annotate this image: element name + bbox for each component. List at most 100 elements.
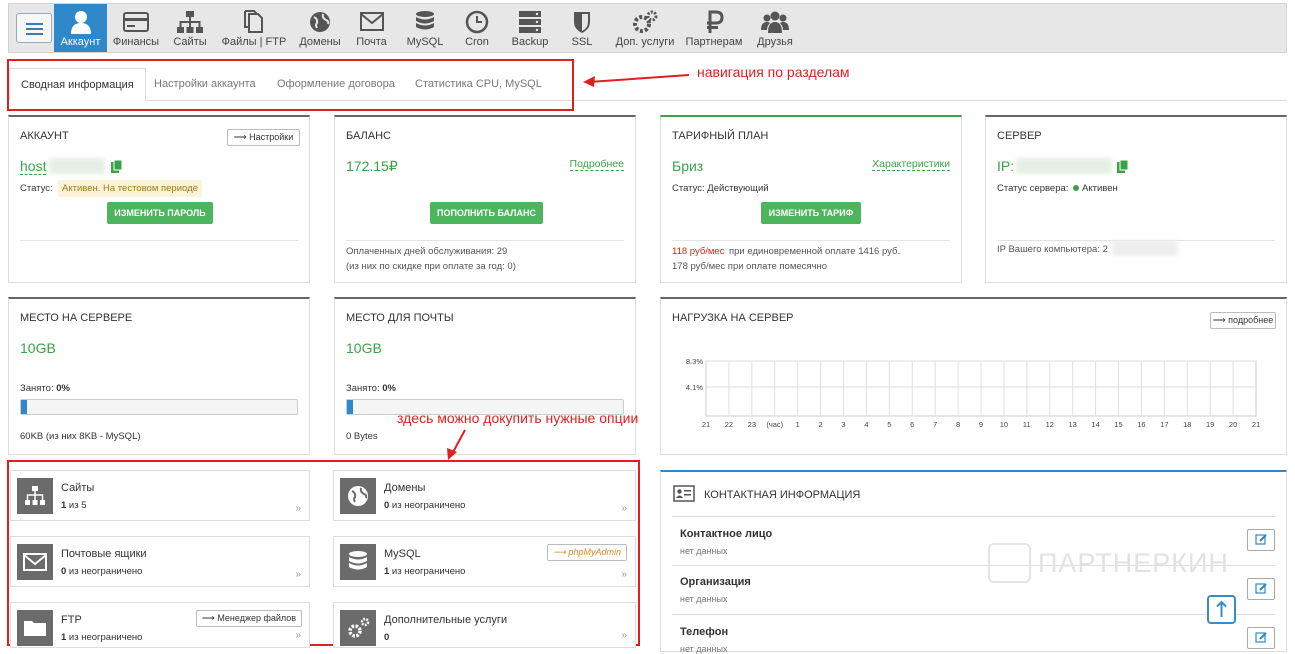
mail-used-value: 0% [382, 383, 396, 394]
disk-used-caption: Занято: [20, 383, 54, 394]
contact-value: нет данных [680, 644, 728, 654]
plan-card: ТАРИФНЫЙ ПЛАН Бриз Характеристики Статус… [660, 115, 962, 283]
mail-space-card: МЕСТО ДЛЯ ПОЧТЫ 10GB Занято: 0% 0 Bytes [334, 297, 636, 455]
change-plan-button[interactable]: ИЗМЕНИТЬ ТАРИФ [761, 202, 861, 224]
database-icon [340, 544, 376, 580]
service-count-limit: из неограничено [389, 566, 466, 577]
divider [672, 240, 950, 241]
watermark-logo-icon [988, 543, 1031, 583]
x-tick-label: 6 [910, 420, 914, 429]
nav-item-backup[interactable]: Backup [506, 4, 554, 52]
watermark-text: ПАРТНЕРКИН [1038, 548, 1229, 578]
service-count-limit: из неограничено [66, 566, 143, 577]
nav-item-sites[interactable]: Сайты [165, 4, 215, 52]
contacts-title: КОНТАКТНАЯ ИНФОРМАЦИЯ [704, 489, 861, 501]
disk-size: 10GB [20, 340, 56, 356]
service-count-limit: из неограничено [66, 632, 143, 643]
service-name: Домены [384, 482, 426, 494]
account-status-label: Статус: [20, 183, 53, 194]
service-extra[interactable]: Дополнительные услуги 0 » [333, 602, 636, 648]
scroll-to-top-button[interactable] [1207, 595, 1236, 624]
phpmyadmin-button[interactable]: ⟶ phpMyAdmin [547, 544, 627, 561]
x-tick-label: 19 [1206, 420, 1214, 429]
mail-space-detail: 0 Bytes [346, 431, 378, 442]
contact-label: Телефон [680, 626, 729, 638]
clock-icon [465, 10, 489, 34]
nav-item-extra-services[interactable]: Доп. услуги [612, 4, 678, 52]
nav-item-files-ftp[interactable]: Файлы | FTP [217, 4, 291, 52]
change-password-button[interactable]: ИЗМЕНИТЬ ПАРОЛЬ [107, 202, 213, 224]
ruble-icon [707, 10, 724, 33]
nav-item-cron[interactable]: Cron [455, 4, 499, 52]
balance-details-link[interactable]: Подробнее [569, 158, 624, 171]
plan-specs-link[interactable]: Характеристики [872, 158, 950, 171]
x-tick-label: 16 [1137, 420, 1145, 429]
shield-icon [574, 12, 590, 33]
nav-item-mysql[interactable]: MySQL [401, 4, 449, 52]
service-ftp[interactable]: FTP 1 из неограничено ⟶ Менеджер файлов … [10, 602, 310, 648]
x-tick-label: 9 [979, 420, 983, 429]
x-tick-label: 4 [864, 420, 868, 429]
redacted-your-ip [1112, 240, 1178, 256]
plan-title: ТАРИФНЫЙ ПЛАН [672, 130, 769, 142]
nav-item-domains[interactable]: Домены [294, 4, 346, 52]
server-load-card: НАГРУЗКА НА СЕРВЕР ⟶ подробнее 8.3% 4.1% 2… [660, 297, 1287, 455]
nav-item-ssl[interactable]: SSL [562, 4, 602, 52]
nav-item-mail[interactable]: Почта [349, 4, 394, 52]
paid-days: Оплаченных дней обслуживания: 29 [346, 246, 508, 257]
load-title: НАГРУЗКА НА СЕРВЕР [672, 312, 794, 324]
contact-value: нет данных [680, 546, 728, 556]
edit-contact-button[interactable] [1247, 627, 1275, 649]
envelope-icon [17, 544, 53, 580]
copy-icon[interactable] [111, 160, 122, 173]
credit-card-icon [123, 12, 149, 32]
sitemap-icon [17, 478, 53, 514]
mail-progress-fill [347, 400, 353, 414]
load-chart: 8.3%4.1%21 22 23 (час) 1 2 3 4 5 6 7 8 9 10 11 12 13 14 15… [686, 357, 1260, 429]
user-icon [70, 11, 91, 34]
file-manager-button[interactable]: ⟶ Менеджер файлов [196, 610, 302, 627]
annotation-arrow-tabs [583, 74, 690, 87]
account-login[interactable]: host [20, 158, 47, 175]
chevron-right-icon: » [295, 503, 301, 514]
plan-status: Статус: Действующий [672, 183, 769, 194]
contact-value: нет данных [680, 594, 728, 604]
service-name: Дополнительные услуги [384, 614, 508, 626]
plan-price-yearly-detail: при единовременной оплате 1416 руб. [729, 246, 901, 257]
y-tick-label: 4.1% [686, 383, 703, 392]
x-tick-label: 7 [933, 420, 937, 429]
globe-icon [310, 12, 330, 32]
service-domains[interactable]: Домены 0 из неограничено » [333, 470, 636, 521]
top-navigation: Аккаунт Финансы Сайты Файлы | FTP Домены… [8, 3, 1287, 53]
globe-icon [340, 478, 376, 514]
copy-icon[interactable] [1117, 160, 1128, 173]
edit-contact-button[interactable] [1247, 529, 1275, 551]
your-ip-label: IP Вашего компьютера: 2 [997, 244, 1108, 255]
nav-item-partners[interactable]: Партнерам [683, 4, 745, 52]
divider [346, 240, 624, 241]
mail-space-size: 10GB [346, 340, 382, 356]
nav-item-finance[interactable]: Финансы [109, 4, 163, 52]
chevron-right-icon: » [621, 569, 627, 580]
mail-used-caption: Занято: [346, 383, 380, 394]
service-mysql[interactable]: MySQL 1 из неограничено ⟶ phpMyAdmin » [333, 536, 636, 587]
service-sites[interactable]: Сайты 1 из 5 » [10, 470, 310, 521]
x-tick-label: 15 [1114, 420, 1122, 429]
nav-item-friends[interactable]: Друзья [753, 4, 797, 52]
disk-title: МЕСТО НА СЕРВЕРЕ [20, 312, 133, 324]
service-count-limit: из неограничено [389, 500, 466, 511]
service-name: MySQL [384, 548, 421, 560]
service-count: 0 [384, 632, 389, 643]
x-tick-label: 17 [1160, 420, 1168, 429]
balance-title: БАЛАНС [346, 130, 391, 142]
service-mailboxes[interactable]: Почтовые ящики 0 из неограничено » [10, 536, 310, 587]
topup-balance-button[interactable]: ПОПОЛНИТЬ БАЛАНС [430, 202, 543, 224]
y-tick-label: 8.3% [686, 357, 703, 366]
account-settings-button[interactable]: ⟶ Настройки [227, 129, 300, 146]
balance-amount: 172.15₽ [346, 158, 398, 174]
load-details-button[interactable]: ⟶ подробнее [1210, 312, 1276, 329]
menu-toggle-button[interactable] [16, 13, 52, 43]
x-tick-label: 14 [1091, 420, 1099, 429]
edit-contact-button[interactable] [1247, 578, 1275, 600]
nav-item-account[interactable]: Аккаунт [54, 4, 107, 52]
